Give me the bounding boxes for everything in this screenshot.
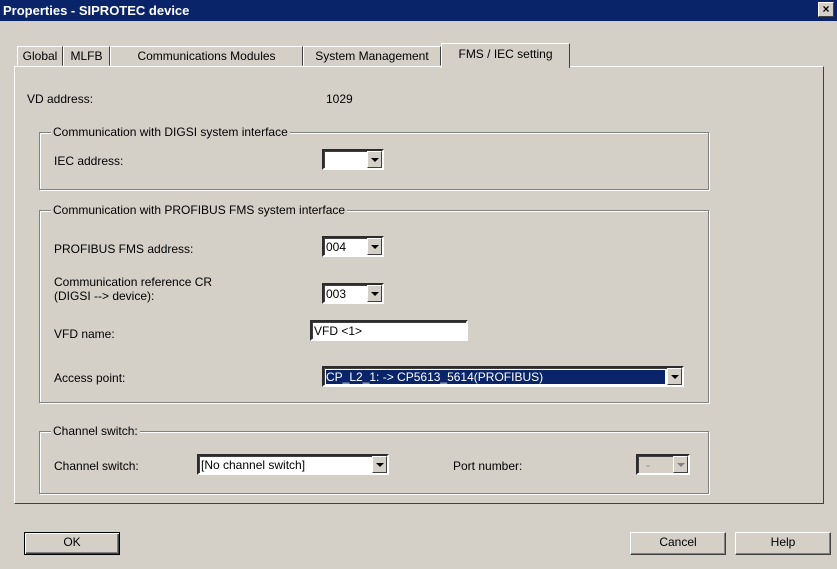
vd-address-label: VD address: bbox=[27, 92, 94, 106]
chevron-down-icon[interactable] bbox=[367, 285, 382, 302]
channel-switch-group-title: Channel switch: bbox=[51, 424, 140, 438]
channel-switch-value: [No channel switch] bbox=[201, 458, 306, 472]
channel-switch-combo[interactable]: [No channel switch] bbox=[197, 454, 389, 475]
tab-fms-iec-setting[interactable]: FMS / IEC setting bbox=[441, 43, 570, 68]
vd-address-value: 1029 bbox=[326, 92, 353, 106]
vfd-name-value: VFD <1> bbox=[314, 324, 363, 338]
tab-mlfb[interactable]: MLFB bbox=[63, 46, 110, 66]
ok-button[interactable]: OK bbox=[24, 532, 120, 555]
tab-communications-modules[interactable]: Communications Modules bbox=[110, 46, 303, 66]
access-point-value: CP_L2_1: -> CP5613_5614(PROFIBUS) bbox=[326, 370, 665, 384]
tab-system-management[interactable]: System Management bbox=[303, 46, 441, 66]
channel-switch-label: Channel switch: bbox=[54, 459, 139, 473]
cr-label-line1: Communication reference CR bbox=[54, 275, 213, 289]
vfd-name-label: VFD name: bbox=[54, 327, 115, 341]
help-button[interactable]: Help bbox=[735, 532, 831, 555]
close-button[interactable]: × bbox=[818, 2, 834, 17]
cancel-button[interactable]: Cancel bbox=[630, 532, 726, 555]
chevron-down-icon[interactable] bbox=[367, 238, 382, 255]
iec-address-label: IEC address: bbox=[54, 154, 124, 168]
iec-address-combo[interactable] bbox=[322, 149, 384, 170]
chevron-down-icon[interactable] bbox=[372, 456, 387, 473]
window-title: Properties - SIPROTEC device bbox=[3, 3, 190, 18]
access-point-label: Access point: bbox=[54, 371, 126, 385]
cr-combo[interactable]: 003 bbox=[322, 283, 384, 304]
chevron-down-icon[interactable] bbox=[367, 151, 382, 168]
tab-global[interactable]: Global bbox=[17, 46, 63, 66]
fms-group-title: Communication with PROFIBUS FMS system i… bbox=[51, 203, 348, 217]
fms-address-label: PROFIBUS FMS address: bbox=[54, 242, 194, 256]
fms-address-value: 004 bbox=[326, 240, 347, 254]
access-point-combo[interactable]: CP_L2_1: -> CP5613_5614(PROFIBUS) bbox=[322, 366, 684, 387]
port-number-value: - bbox=[646, 458, 650, 472]
chevron-down-icon[interactable] bbox=[667, 368, 682, 385]
port-number-label: Port number: bbox=[453, 459, 523, 473]
cr-label-line2: (DIGSI --> device): bbox=[54, 289, 155, 303]
chevron-down-icon[interactable] bbox=[673, 456, 688, 473]
digsi-group-title: Communication with DIGSI system interfac… bbox=[51, 125, 290, 139]
vfd-name-input[interactable]: VFD <1> bbox=[310, 320, 468, 341]
fms-address-combo[interactable]: 004 bbox=[322, 236, 384, 257]
cr-value: 003 bbox=[326, 287, 347, 301]
port-number-combo[interactable]: - bbox=[636, 454, 690, 475]
